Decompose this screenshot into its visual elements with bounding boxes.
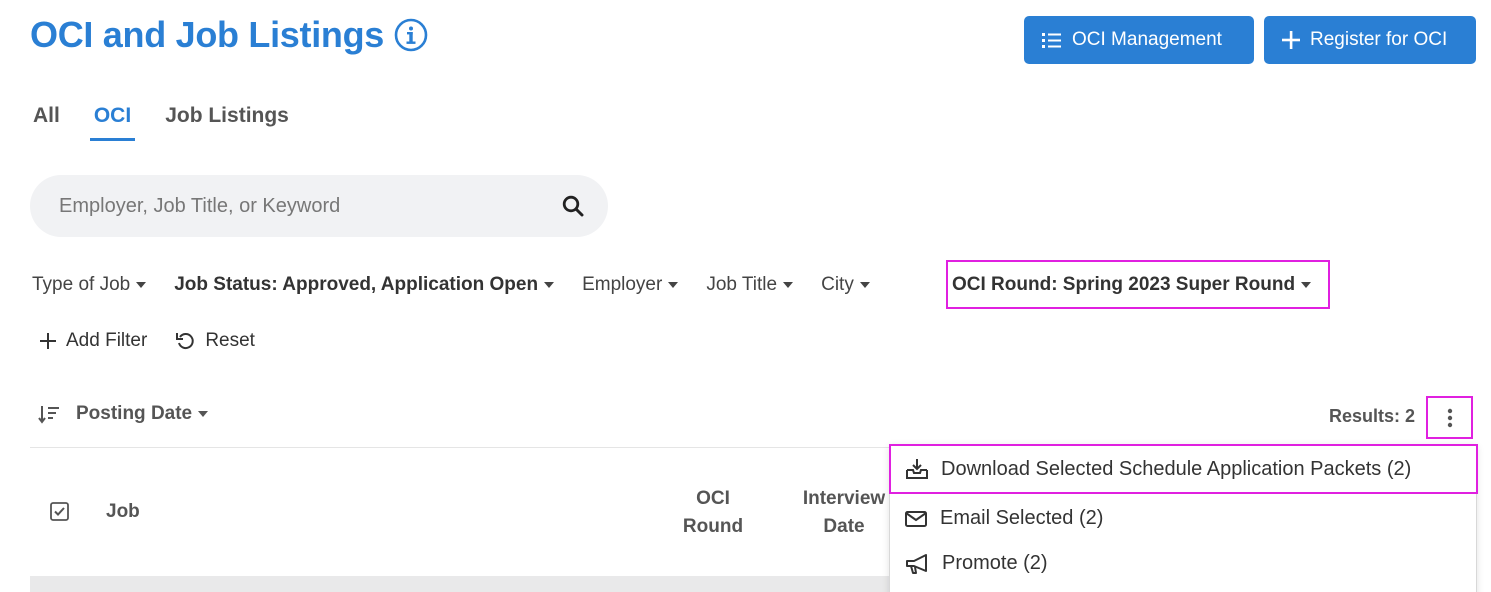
caret-down-icon [783,282,794,288]
select-all-checkbox[interactable] [50,502,69,526]
tab-oci[interactable]: OCI [89,104,136,141]
oci-management-label: OCI Management [1072,29,1222,50]
filter-label: City [821,274,854,295]
add-filter-button[interactable]: Add Filter [40,330,147,352]
page-title: OCI and Job Listings [30,14,428,56]
filter-label: OCI Round: Spring 2023 Super Round [952,273,1296,295]
column-header-line: Interview [802,488,886,509]
filter-city[interactable]: City [821,274,870,296]
column-header-oci-round[interactable]: OCI Round [672,485,754,541]
column-header-line: Round [682,516,744,537]
plus-icon [1282,31,1300,49]
tab-job-listings[interactable]: Job Listings [165,104,289,141]
filter-label: Type of Job [32,274,131,295]
menu-item-label: Promote (2) [942,552,1048,574]
checkbox-checked-icon [50,502,69,521]
filter-type-of-job[interactable]: Type of Job [32,274,147,296]
filter-job-status[interactable]: Job Status: Approved, Application Open [174,274,555,296]
caret-down-icon [668,282,679,288]
divider [30,447,892,448]
search-icon[interactable] [562,195,584,217]
megaphone-icon [906,553,927,574]
column-header-line: Date [823,516,865,537]
plus-icon [40,333,56,349]
more-actions-menu: Download Selected Schedule Application P… [889,444,1478,592]
menu-item-download-packets[interactable]: Download Selected Schedule Application P… [889,444,1478,494]
filter-job-title[interactable]: Job Title [706,274,794,296]
reset-button[interactable]: Reset [175,330,255,352]
sort-label: Posting Date [76,403,193,424]
caret-down-icon [198,411,209,417]
filter-employer[interactable]: Employer [582,274,679,296]
search-input[interactable] [59,194,562,218]
register-for-oci-label: Register for OCI [1310,29,1448,50]
kebab-menu-icon [1447,408,1452,427]
filter-bar: Type of Job Job Status: Approved, Applic… [32,270,898,300]
oci-management-button[interactable]: OCI Management [1024,16,1254,64]
table-row[interactable] [30,576,892,592]
menu-item-email-selected[interactable]: Email Selected (2) [904,507,1103,530]
info-icon[interactable] [394,18,428,52]
menu-item-label: Download Selected Schedule Application P… [941,457,1412,480]
sort-dropdown[interactable]: Posting Date [76,403,209,425]
filter-oci-round[interactable]: OCI Round: Spring 2023 Super Round [946,260,1330,309]
caret-down-icon [1301,281,1312,288]
sort-bar: Posting Date [38,403,209,425]
column-header-interview-date[interactable]: Interview Date [800,485,888,541]
menu-item-label: Email Selected (2) [940,507,1104,529]
add-filter-label: Add Filter [66,330,148,351]
caret-down-icon [136,282,147,288]
register-for-oci-button[interactable]: Register for OCI [1264,16,1476,64]
tab-all[interactable]: All [33,104,60,141]
caret-down-icon [544,282,555,288]
list-icon [1042,33,1061,48]
menu-item-promote[interactable]: Promote (2) [904,552,1048,575]
page-title-text: OCI and Job Listings [30,14,385,55]
column-header-line: OCI [696,488,730,509]
sort-icon[interactable] [38,404,60,424]
filter-label: Job Status: Approved, Application Open [174,274,539,295]
results-count: Results: 2 [1328,406,1415,426]
filter-oci-round-inner: OCI Round: Spring 2023 Super Round [952,273,1312,296]
filter-actions: Add Filter Reset [40,330,255,352]
caret-down-icon [859,282,870,288]
reset-label: Reset [205,330,255,351]
tab-bar: All OCI Job Listings [33,104,323,141]
download-tray-icon [906,459,928,479]
search-bar [30,175,608,237]
envelope-icon [905,510,927,527]
reset-icon [176,333,194,350]
more-actions-button[interactable] [1426,396,1473,439]
column-header-job[interactable]: Job [106,501,140,523]
filter-label: Employer [582,274,663,295]
filter-label: Job Title [706,274,778,295]
